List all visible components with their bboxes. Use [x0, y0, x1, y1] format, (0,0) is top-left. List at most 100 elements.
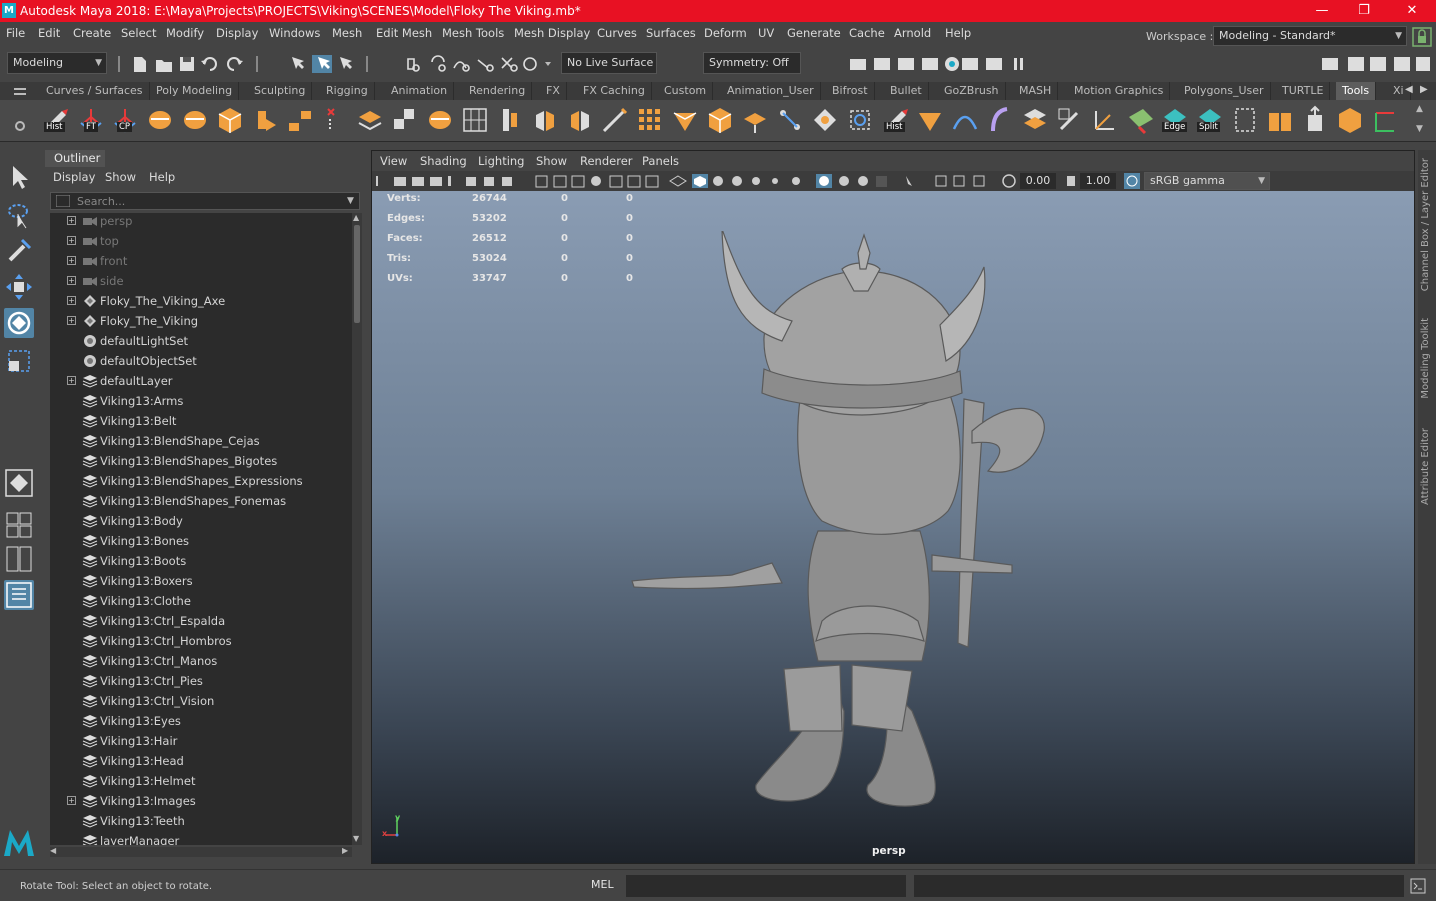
paint-icon[interactable]	[1370, 105, 1400, 135]
menu-mesh-display[interactable]: Mesh Display	[514, 26, 590, 40]
uv-editor-icon[interactable]	[1125, 105, 1155, 135]
gamma-field[interactable]: 0.00	[1020, 173, 1056, 189]
outliner-row[interactable]: Viking13:BlendShapes_Fonemas	[50, 491, 352, 511]
tab-rigging[interactable]: Rigging	[320, 82, 375, 100]
menuset-dropdown[interactable]: Modeling ▼	[7, 52, 107, 74]
tab-custom[interactable]: Custom	[658, 82, 714, 100]
command-input[interactable]	[626, 875, 906, 897]
outliner-row[interactable]: Viking13:BlendShapes_Bigotes	[50, 451, 352, 471]
expand-toggle-icon[interactable]: +	[67, 796, 76, 805]
outliner-row[interactable]: Viking13:BlendShape_Cejas	[50, 431, 352, 451]
outliner-scroll-thumb[interactable]	[354, 225, 360, 323]
outliner-row[interactable]: Viking13:Helmet	[50, 771, 352, 791]
two-pane-layout-icon[interactable]	[4, 544, 34, 574]
cube-icon[interactable]	[215, 105, 245, 135]
outliner-row[interactable]: Viking13:Ctrl_Hombros	[50, 631, 352, 651]
outliner-row[interactable]: Viking13:Hair	[50, 731, 352, 751]
outliner-row[interactable]: Viking13:Ctrl_Vision	[50, 691, 352, 711]
viewport-menu-show[interactable]: Show	[536, 154, 567, 168]
menu-windows[interactable]: Windows	[269, 26, 320, 40]
exposure-icon[interactable]	[1064, 174, 1078, 188]
merge-icon[interactable]	[390, 105, 420, 135]
snap-tools-icons[interactable]	[400, 54, 560, 74]
outliner-search-field[interactable]: Search... ▼	[50, 192, 360, 210]
outliner-row[interactable]: Viking13:Ctrl_Espalda	[50, 611, 352, 631]
tab-tools[interactable]: Tools	[1336, 82, 1377, 100]
expand-toggle-icon[interactable]: +	[67, 316, 76, 325]
select-tool-icon[interactable]	[4, 162, 34, 192]
plane-icon[interactable]	[740, 105, 770, 135]
outliner-row[interactable]: layerManager	[50, 831, 352, 845]
menu-uv[interactable]: UV	[758, 26, 774, 40]
menu-mesh-tools[interactable]: Mesh Tools	[442, 26, 504, 40]
menu-deform[interactable]: Deform	[704, 26, 747, 40]
tab-modeling-toolkit[interactable]: Modeling Toolkit	[1420, 318, 1431, 399]
lock-icon[interactable]	[1412, 27, 1432, 47]
tab-mash[interactable]: MASH	[1013, 82, 1059, 100]
chevron-down-icon[interactable]: ▼	[347, 196, 354, 206]
single-pane-layout-icon[interactable]	[4, 468, 34, 498]
tab-fx-caching[interactable]: FX Caching	[577, 82, 652, 100]
menu-edit-mesh[interactable]: Edit Mesh	[376, 26, 432, 40]
outliner-row[interactable]: Viking13:Bones	[50, 531, 352, 551]
close-button[interactable]: ✕	[1400, 2, 1424, 20]
outliner-row[interactable]: Viking13:Arms	[50, 391, 352, 411]
outliner-row[interactable]: Viking13:Ctrl_Pies	[50, 671, 352, 691]
scroll-down-icon[interactable]: ▼	[353, 834, 359, 843]
tab-fx[interactable]: FX	[540, 82, 567, 100]
script-editor-icon[interactable]	[1410, 878, 1426, 894]
outliner-menu-help[interactable]: Help	[149, 170, 175, 184]
stack-icon[interactable]	[1020, 105, 1050, 135]
outliner-row[interactable]: Viking13:Boots	[50, 551, 352, 571]
exposure-field[interactable]: 1.00	[1080, 173, 1116, 189]
tab-turtle[interactable]: TURTLE	[1276, 82, 1331, 100]
curve-icon[interactable]	[950, 105, 980, 135]
color-management-icon[interactable]	[1124, 173, 1140, 189]
outliner-row[interactable]: + front	[50, 251, 352, 271]
tab-animation-user[interactable]: Animation_User	[721, 82, 821, 100]
isolate-icons[interactable]	[934, 174, 994, 188]
menu-cache[interactable]: Cache	[849, 26, 885, 40]
viewport-menu-renderer[interactable]: Renderer	[580, 154, 633, 168]
gear-icon[interactable]	[14, 120, 26, 132]
viewport-menu-view[interactable]: View	[380, 154, 407, 168]
tab-bifrost[interactable]: Bifrost	[826, 82, 875, 100]
viewport-menu-panels[interactable]: Panels	[642, 154, 679, 168]
script-language-toggle[interactable]: MEL	[591, 878, 614, 891]
viewport-toolbar-icons[interactable]	[376, 174, 916, 188]
delete-edge-icon[interactable]	[320, 105, 350, 135]
outliner-menu-display[interactable]: Display	[53, 170, 95, 184]
menu-modify[interactable]: Modify	[166, 26, 204, 40]
outliner-row[interactable]: + top	[50, 231, 352, 251]
menu-arnold[interactable]: Arnold	[894, 26, 931, 40]
outliner-row[interactable]: Viking13:Teeth	[50, 811, 352, 831]
viewport-menu-shading[interactable]: Shading	[420, 154, 467, 168]
maximize-button[interactable]: ❐	[1352, 2, 1376, 20]
align-icon[interactable]	[495, 105, 525, 135]
dot-grid-icon[interactable]	[635, 105, 665, 135]
tab-channel-box[interactable]: Channel Box / Layer Editor	[1420, 158, 1431, 291]
color-space-dropdown[interactable]: sRGB gamma ▼	[1144, 172, 1270, 190]
lasso-tool-icon[interactable]	[4, 200, 34, 230]
symmetry-dropdown[interactable]: Symmetry: Off	[703, 52, 801, 74]
outliner-row[interactable]: + side	[50, 271, 352, 291]
extrude-icon[interactable]	[250, 105, 280, 135]
rotate-tool-button[interactable]	[4, 308, 34, 338]
shelf-scroll-up-icon[interactable]: ▲	[1416, 104, 1423, 114]
outliner-row[interactable]: + Floky_The_Viking_Axe	[50, 291, 352, 311]
outliner-row[interactable]: Viking13:Clothe	[50, 591, 352, 611]
gamma-icon[interactable]	[1002, 174, 1016, 188]
menu-help[interactable]: Help	[945, 26, 971, 40]
scroll-right-icon[interactable]: ▶	[1420, 84, 1428, 95]
bridge-icon[interactable]	[355, 105, 385, 135]
edit-icon[interactable]	[1055, 105, 1085, 135]
mirror-geometry-icon[interactable]	[565, 105, 595, 135]
scroll-right-icon[interactable]: ▶	[342, 846, 348, 855]
multi-cut-icon[interactable]	[600, 105, 630, 135]
bounding-box-icon[interactable]	[1230, 105, 1260, 135]
render-tools-icons[interactable]	[846, 54, 1056, 74]
workspace-dropdown[interactable]: Modeling - Standard* ▼	[1213, 26, 1407, 46]
minimize-button[interactable]: —	[1310, 2, 1334, 20]
bend-icon[interactable]	[985, 105, 1015, 135]
bevel-icon[interactable]	[285, 105, 315, 135]
